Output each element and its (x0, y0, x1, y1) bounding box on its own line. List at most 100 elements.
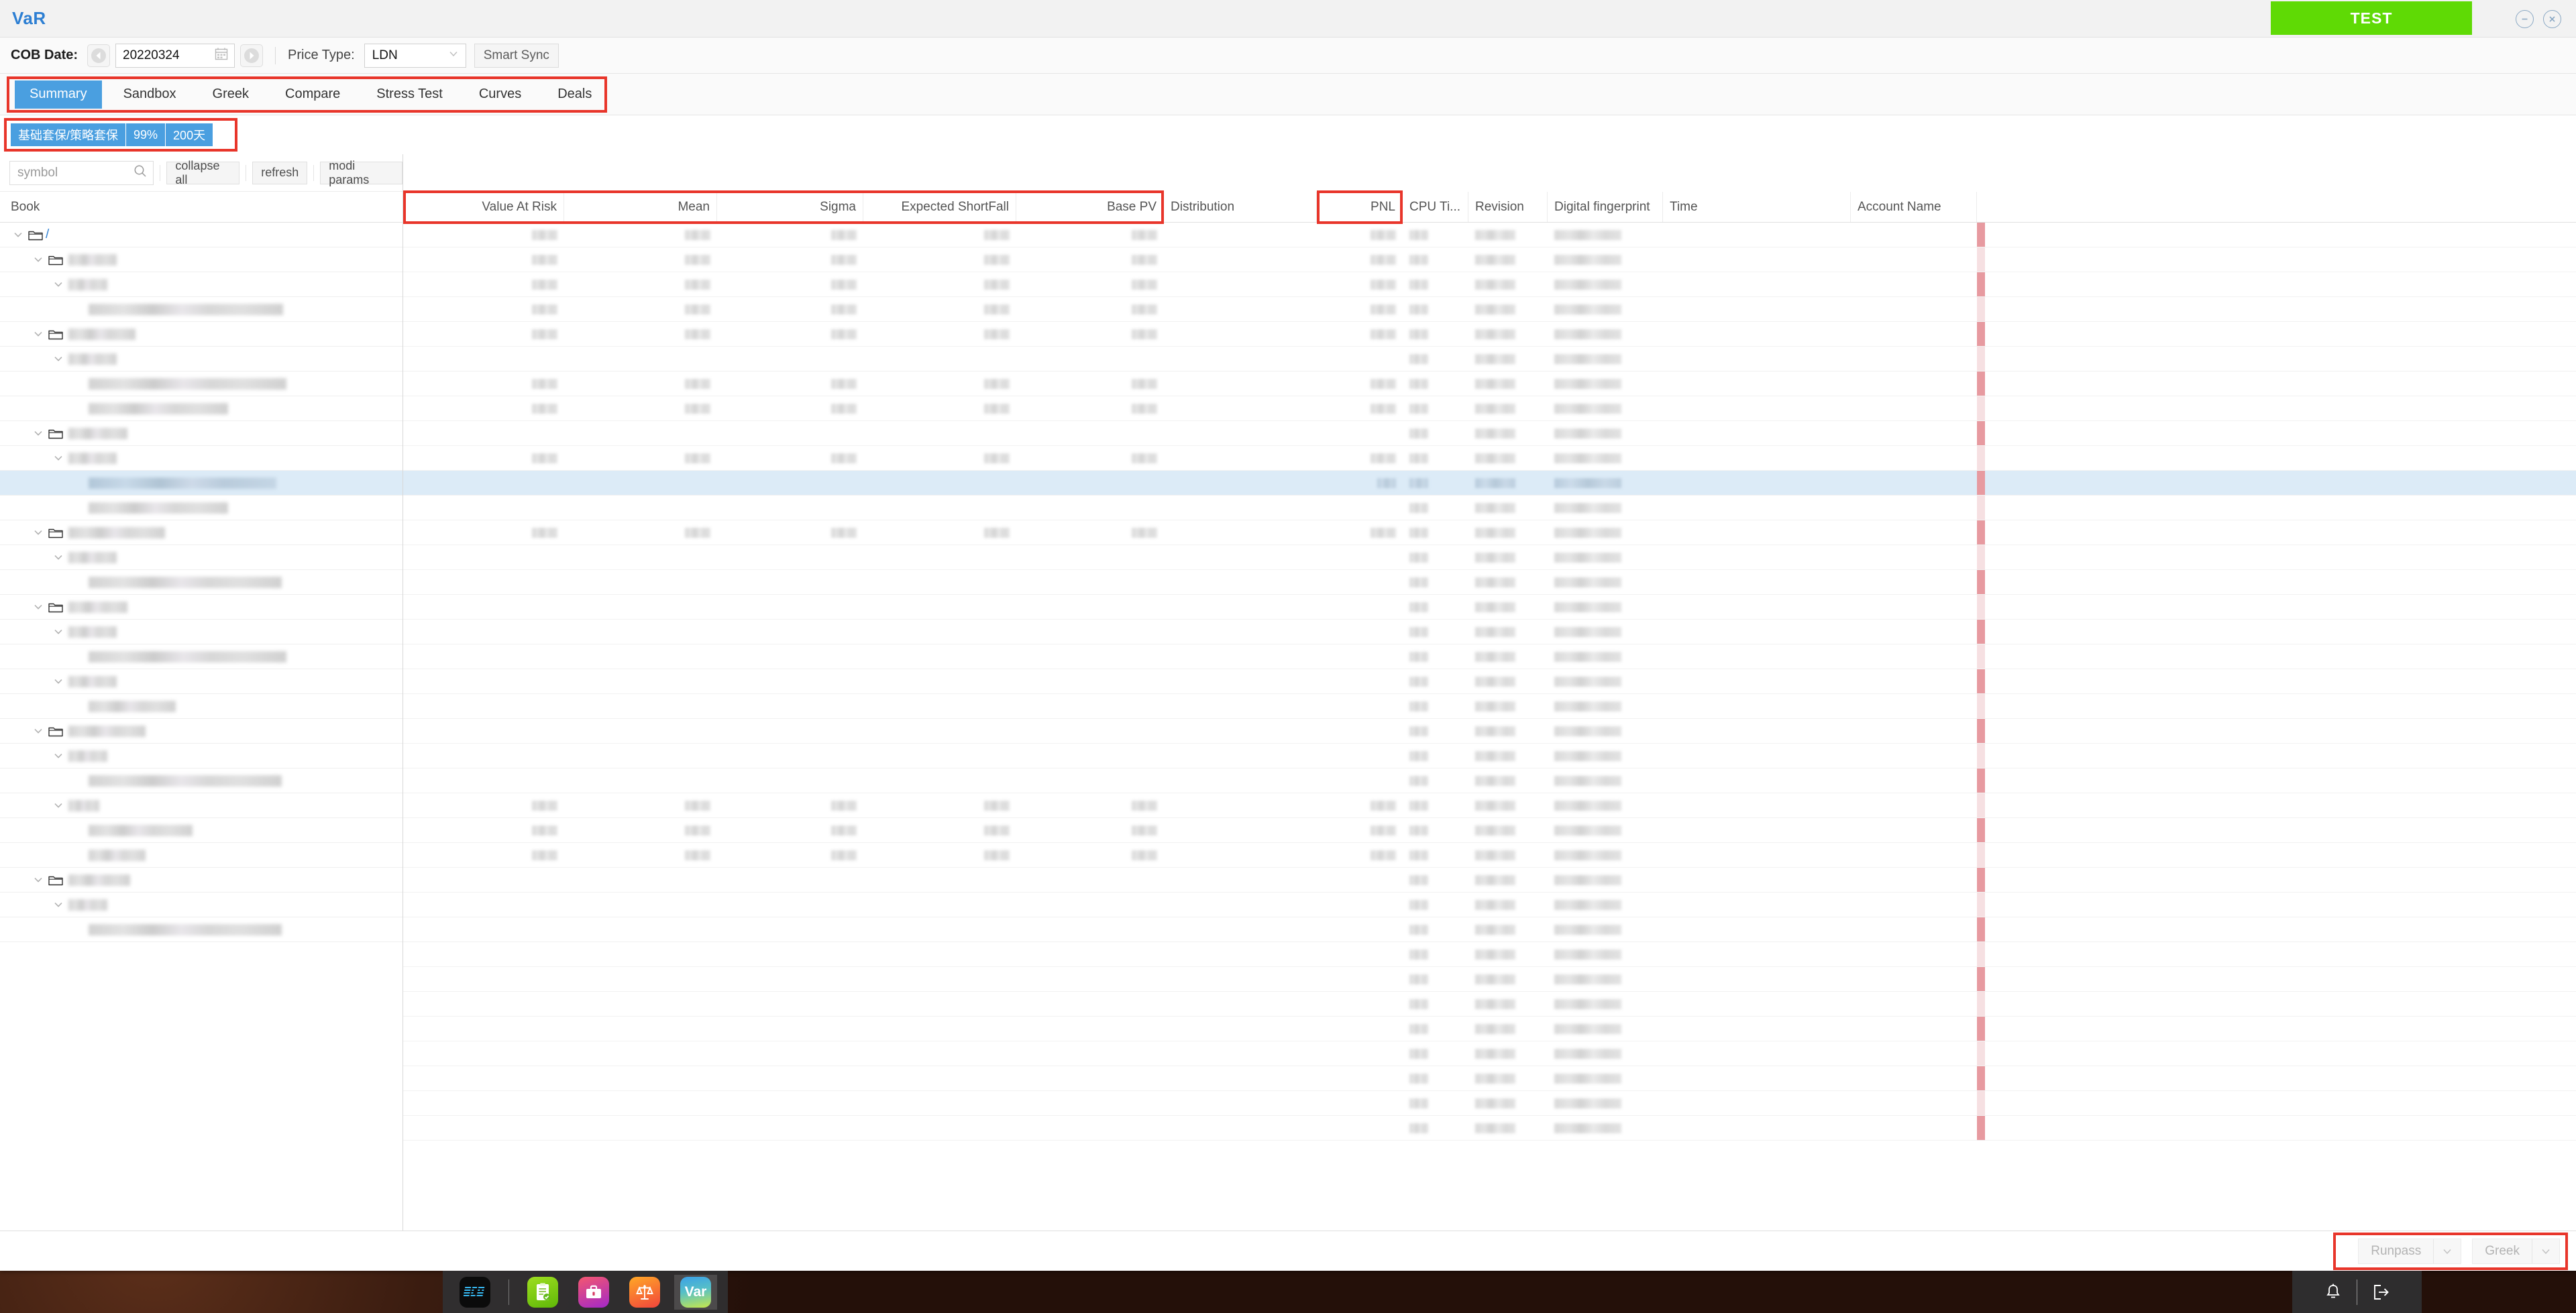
next-day-icon[interactable] (240, 44, 264, 67)
grid-row[interactable] (403, 272, 2576, 297)
tree-row[interactable] (0, 620, 402, 644)
taskbar-app-balance[interactable] (623, 1275, 666, 1310)
tree-row[interactable] (0, 818, 402, 843)
grid-row[interactable] (403, 893, 2576, 917)
tree-row[interactable] (0, 247, 402, 272)
previous-day-icon[interactable] (87, 44, 111, 67)
tree-row[interactable] (0, 644, 402, 669)
grid-row[interactable] (403, 372, 2576, 396)
tree-row[interactable] (0, 421, 402, 446)
chevron-down-icon[interactable] (51, 353, 66, 365)
grid-row[interactable] (403, 1041, 2576, 1066)
grid-row[interactable] (403, 496, 2576, 520)
tree-row[interactable] (0, 793, 402, 818)
greek-button[interactable]: Greek (2472, 1238, 2560, 1264)
chevron-down-icon[interactable] (51, 452, 66, 464)
tree-row[interactable] (0, 669, 402, 694)
grid-row[interactable] (403, 1066, 2576, 1091)
tree-row[interactable] (0, 372, 402, 396)
chevron-down-icon[interactable] (51, 278, 66, 290)
grid-header-account-name[interactable]: Account Name (1851, 192, 1977, 222)
smart-sync-button[interactable]: Smart Sync (474, 43, 559, 68)
grid-row[interactable] (403, 223, 2576, 247)
grid-header-value-at-risk[interactable]: Value At Risk (403, 192, 564, 222)
grid-row[interactable] (403, 793, 2576, 818)
grid-row[interactable] (403, 917, 2576, 942)
grid-row[interactable] (403, 471, 2576, 496)
tree-row[interactable] (0, 297, 402, 322)
grid-header-expected-shortfall[interactable]: Expected ShortFall (863, 192, 1016, 222)
grid-row[interactable] (403, 421, 2576, 446)
grid-row[interactable] (403, 1017, 2576, 1041)
tab-greek[interactable]: Greek (198, 80, 264, 109)
grid-row[interactable] (403, 1091, 2576, 1116)
grid-header-distribution[interactable]: Distribution (1164, 192, 1317, 222)
tree-row[interactable] (0, 520, 402, 545)
taskbar-app-var[interactable]: Var (674, 1274, 717, 1310)
tree-row[interactable] (0, 917, 402, 942)
tree-row[interactable] (0, 570, 402, 595)
modi-params-button[interactable]: modi params (320, 159, 403, 186)
grid-header-base-pv[interactable]: Base PV (1016, 192, 1164, 222)
search-icon[interactable] (133, 164, 148, 182)
tree-row[interactable] (0, 322, 402, 347)
grid-row[interactable] (403, 595, 2576, 620)
tree-row[interactable] (0, 744, 402, 768)
grid-header-revision[interactable]: Revision (1468, 192, 1548, 222)
chevron-down-icon[interactable] (31, 427, 46, 439)
refresh-button[interactable]: refresh (252, 161, 308, 184)
tree-row[interactable] (0, 893, 402, 917)
grid-header-time[interactable]: Time (1663, 192, 1851, 222)
minimize-icon[interactable] (2516, 9, 2534, 28)
grid-row[interactable] (403, 396, 2576, 421)
chevron-down-icon[interactable] (51, 675, 66, 687)
price-type-select[interactable]: LDN (364, 43, 466, 68)
tree-row[interactable] (0, 719, 402, 744)
taskbar-app-checklist[interactable] (521, 1275, 564, 1310)
tab-summary[interactable]: Summary (15, 80, 102, 109)
tree-row[interactable] (0, 272, 402, 297)
chevron-down-icon[interactable] (31, 874, 46, 886)
grid-row[interactable] (403, 967, 2576, 992)
grid-row[interactable] (403, 843, 2576, 868)
grid-row[interactable] (403, 992, 2576, 1017)
tab-stress-test[interactable]: Stress Test (362, 80, 458, 109)
grid-row[interactable] (403, 520, 2576, 545)
grid-row[interactable] (403, 247, 2576, 272)
tree-row[interactable] (0, 843, 402, 868)
runpass-chevron-down-icon[interactable] (2434, 1239, 2461, 1263)
logout-icon[interactable] (2357, 1271, 2404, 1313)
tab-sandbox[interactable]: Sandbox (109, 80, 191, 109)
chevron-down-icon[interactable] (31, 328, 46, 340)
taskbar-app-portfolio[interactable] (572, 1275, 615, 1310)
grid-row[interactable] (403, 942, 2576, 967)
grid-row[interactable] (403, 347, 2576, 372)
grid-header-pnl[interactable]: PNL (1317, 192, 1403, 222)
tree-row[interactable] (0, 347, 402, 372)
grid-row[interactable] (403, 297, 2576, 322)
grid-row[interactable] (403, 818, 2576, 843)
greek-chevron-down-icon[interactable] (2532, 1239, 2559, 1263)
tree-row[interactable] (0, 496, 402, 520)
tree-row[interactable] (0, 545, 402, 570)
grid-row[interactable] (403, 868, 2576, 893)
grid-row[interactable] (403, 545, 2576, 570)
chevron-down-icon[interactable] (31, 725, 46, 737)
grid-row[interactable] (403, 669, 2576, 694)
active-filter-chip[interactable]: 基础套保/策略套保 99% 200天 (11, 123, 213, 146)
grid-header-cpu-ti[interactable]: CPU Ti... (1403, 192, 1468, 222)
grid-header-mean[interactable]: Mean (564, 192, 717, 222)
grid-row[interactable] (403, 644, 2576, 669)
chevron-down-icon[interactable] (31, 253, 46, 266)
grid-row[interactable] (403, 570, 2576, 595)
tree-row[interactable] (0, 595, 402, 620)
tree-row[interactable] (0, 868, 402, 893)
grid-row[interactable] (403, 322, 2576, 347)
tree-row[interactable] (0, 471, 402, 496)
grid-header-sigma[interactable]: Sigma (717, 192, 863, 222)
grid-row[interactable] (403, 694, 2576, 719)
grid-row[interactable] (403, 620, 2576, 644)
chevron-down-icon[interactable] (51, 899, 66, 911)
grid-row[interactable] (403, 744, 2576, 768)
grid-row[interactable] (403, 719, 2576, 744)
